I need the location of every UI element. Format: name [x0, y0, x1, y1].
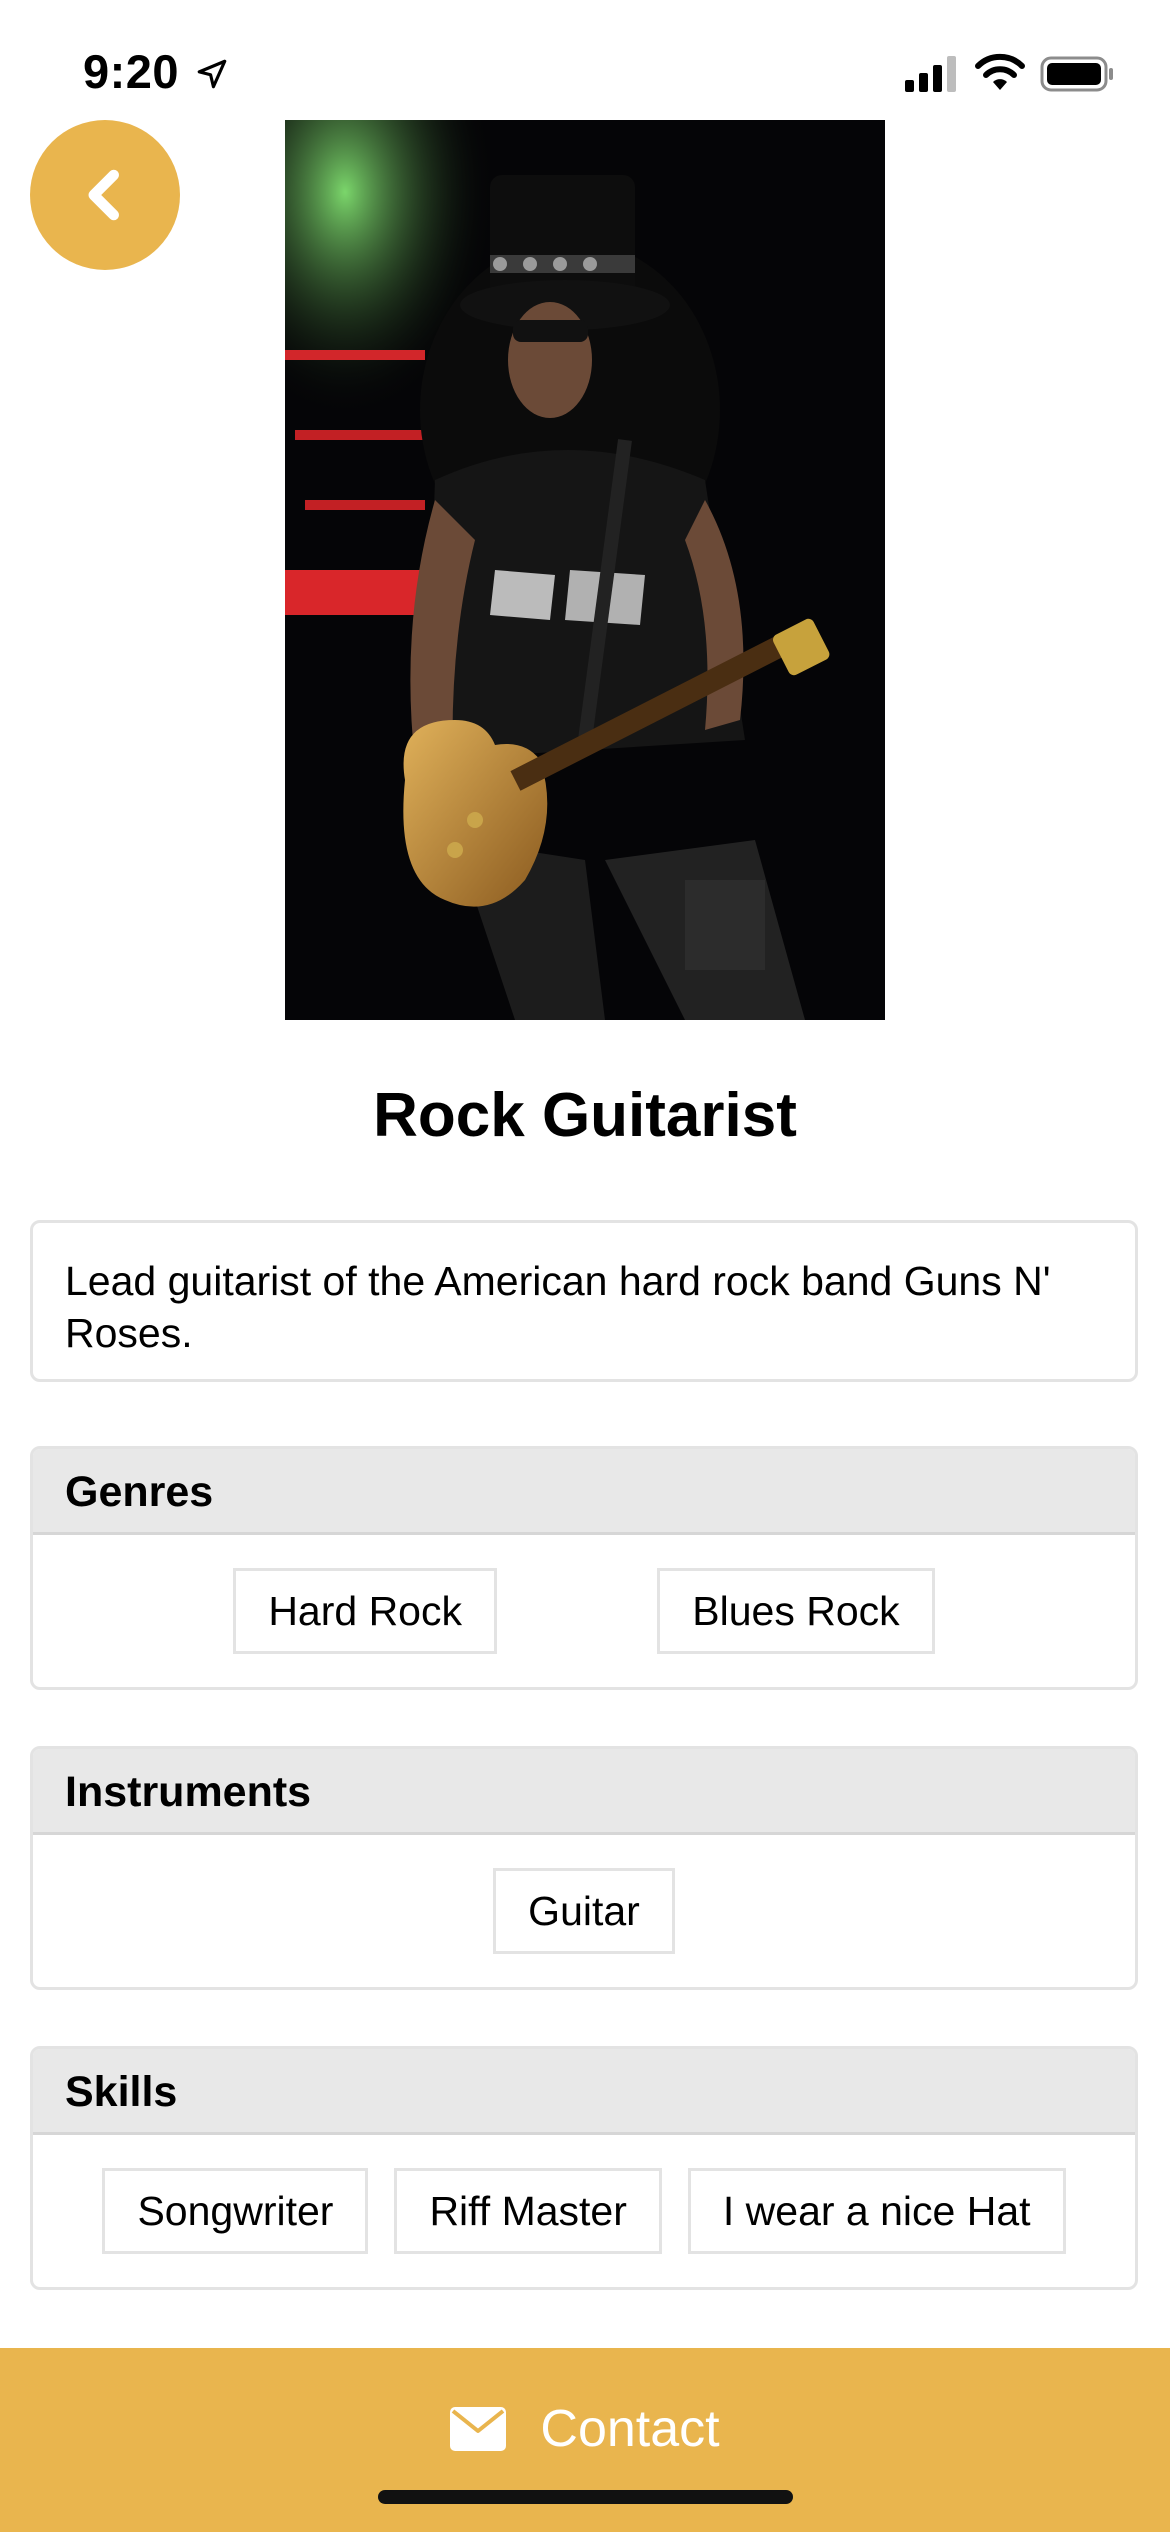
description-text: Lead guitarist of the American hard rock…	[65, 1258, 1051, 1356]
contact-button[interactable]: Contact	[0, 2348, 1170, 2532]
skills-section: Skills Songwriter Riff Master I wear a n…	[30, 2046, 1138, 2290]
skills-header: Skills	[33, 2049, 1135, 2135]
battery-icon	[1040, 56, 1113, 92]
location-arrow-icon	[197, 59, 227, 89]
instruments-header: Instruments	[33, 1749, 1135, 1835]
cellular-signal-icon	[905, 56, 956, 92]
genres-section: Genres Hard Rock Blues Rock	[30, 1446, 1138, 1690]
genres-tags: Hard Rock Blues Rock	[33, 1535, 1135, 1687]
chevron-left-icon	[88, 169, 119, 221]
genre-tag[interactable]: Hard Rock	[233, 1568, 497, 1654]
instruments-tags: Guitar	[33, 1835, 1135, 1987]
mail-icon	[450, 2407, 507, 2451]
instruments-section: Instruments Guitar	[30, 1746, 1138, 1990]
status-time: 9:20	[83, 45, 180, 98]
skill-tag[interactable]: I wear a nice Hat	[687, 2168, 1066, 2254]
genres-header: Genres	[33, 1449, 1135, 1535]
skill-tag[interactable]: Riff Master	[394, 2168, 662, 2254]
genre-tag[interactable]: Blues Rock	[657, 1568, 935, 1654]
instrument-tag[interactable]: Guitar	[493, 1868, 675, 1954]
back-button[interactable]	[30, 120, 180, 270]
skills-tags: Songwriter Riff Master I wear a nice Hat	[33, 2135, 1135, 2287]
page-title: Rock Guitarist	[373, 1081, 797, 1150]
skill-tag[interactable]: Songwriter	[102, 2168, 369, 2254]
contact-content: Contact	[450, 2399, 720, 2459]
wifi-icon	[975, 53, 1025, 90]
home-indicator[interactable]	[378, 2490, 793, 2504]
profile-photo	[285, 120, 885, 1020]
contact-label: Contact	[540, 2400, 720, 2458]
description-card: Lead guitarist of the American hard rock…	[30, 1220, 1138, 1382]
